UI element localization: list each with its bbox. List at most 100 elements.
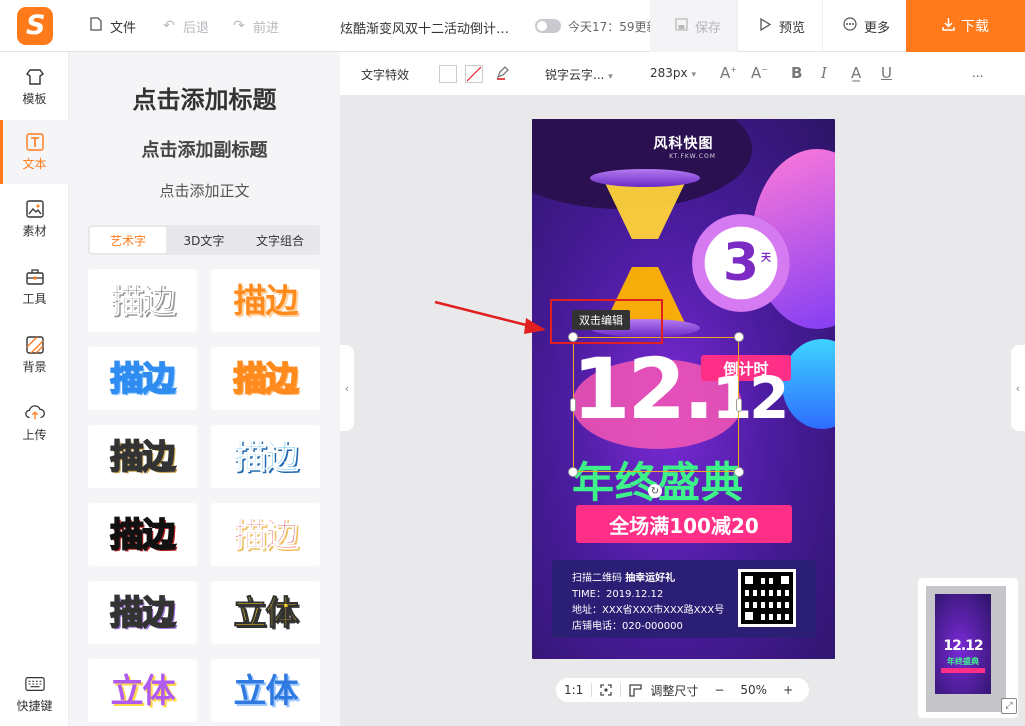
rail-label: 模板 (22, 92, 47, 106)
qr-eye (741, 572, 757, 588)
address-line: 地址：XXX省XXX市XXX路XXX号 (572, 605, 725, 616)
resize-handle[interactable] (568, 467, 578, 477)
rail-item-material[interactable]: 素材 (0, 187, 69, 251)
scan-text: 扫描二维码 (572, 573, 622, 584)
clock-number: 3 (722, 233, 760, 293)
download-button[interactable]: 下载 (906, 0, 1025, 52)
scan-line: 扫描二维码 抽幸运好礼 (572, 569, 675, 584)
text-color-swatch[interactable] (439, 65, 457, 83)
side-resize-handle[interactable] (736, 398, 742, 412)
art-text-card[interactable]: 立体 (88, 659, 197, 722)
download-label: 下载 (961, 19, 989, 35)
rail-item-text[interactable]: 文本 (0, 120, 69, 184)
tab-text-combo[interactable]: 文字组合 (242, 227, 318, 253)
preview-button[interactable]: 预览 (757, 17, 805, 36)
logo-mark: S (26, 10, 46, 41)
file-label: 文件 (110, 20, 137, 36)
art-text-card[interactable]: 描边 (88, 347, 197, 410)
add-body-button[interactable]: 点击添加正文 (69, 180, 340, 201)
art-text-card[interactable]: 描边 (211, 425, 320, 488)
italic-icon[interactable]: I (821, 64, 827, 82)
art-text-card[interactable]: 描边 (88, 269, 197, 332)
qr-eye (777, 572, 793, 588)
clock-unit: 天 (758, 248, 774, 264)
highlighter-icon[interactable] (495, 64, 511, 84)
fit-screen-icon[interactable] (592, 678, 620, 702)
rail-item-template[interactable]: 模板 (0, 55, 69, 119)
rail-item-background[interactable]: 背景 (0, 323, 69, 387)
decrease-font-icon[interactable]: A− (751, 64, 768, 82)
art-text-sample: 立体 (233, 593, 299, 632)
chevron-down-icon: ▾ (608, 72, 613, 82)
annotation-callout (550, 299, 663, 344)
outline-text-icon[interactable]: A̲ (851, 64, 861, 82)
text-style-tabs: 艺术字 3D文字 文字组合 (88, 225, 320, 255)
art-text-card[interactable]: 描边 (211, 347, 320, 410)
page-thumbnail[interactable]: 12.12 年终盛典 (918, 578, 1018, 718)
rail-label: 背景 (22, 360, 47, 374)
art-text-card[interactable]: 描边 (211, 503, 320, 566)
text-effect-button[interactable]: 文字特效 (361, 66, 409, 83)
download-icon (942, 17, 955, 35)
art-text-sample: 描边 (110, 359, 177, 398)
resize-label: 调整尺寸 (650, 683, 699, 698)
increase-font-icon[interactable]: A+ (720, 64, 737, 82)
rail-item-shortcuts[interactable]: 快捷键 (0, 662, 69, 726)
font-family-select[interactable]: 锐字云字... ▾ (545, 66, 613, 83)
redo-button[interactable]: ↷ 前进 (231, 17, 279, 36)
art-text-card[interactable]: 立体 (211, 581, 320, 644)
art-text-card[interactable]: 描边 (88, 503, 197, 566)
save-button[interactable]: 保存 (673, 17, 721, 36)
text-toolbar: 文字特效 锐字云字... ▾ 283px ▾ A+ A− B I A̲ U ..… (340, 52, 1025, 96)
left-rail: 模板 文本 素材 工具 背景 上传 快捷键 (0, 52, 69, 726)
rotate-icon[interactable]: ↻ (648, 484, 662, 498)
auto-save-toggle[interactable] (535, 19, 561, 33)
thumbnail-toggle-icon[interactable]: ⤢ (1001, 698, 1017, 714)
add-title-button[interactable]: 点击添加标题 (69, 80, 340, 115)
art-text-card[interactable]: 描边 (88, 581, 197, 644)
more-icon (842, 17, 858, 35)
add-subtitle-button[interactable]: 点击添加副标题 (69, 136, 340, 162)
stroke-color-swatch[interactable] (465, 65, 483, 83)
document-title[interactable]: 炫酷渐变风双十二活动倒计时... (340, 18, 510, 37)
tab-3d-text[interactable]: 3D文字 (166, 227, 242, 253)
font-size-select[interactable]: 283px ▾ (650, 66, 696, 80)
text-icon (25, 132, 45, 152)
more-button[interactable]: 更多 (842, 17, 890, 36)
ratio-button[interactable]: 1:1 (556, 678, 591, 702)
zoom-out-button[interactable]: − (706, 678, 732, 702)
rail-item-upload[interactable]: 上传 (0, 391, 69, 455)
qr-pattern (741, 572, 793, 624)
update-time: 今天17：59更新 (568, 20, 659, 34)
resize-canvas-button[interactable]: 调整尺寸 (621, 678, 706, 702)
app-logo[interactable]: S (17, 7, 53, 45)
tab-art-text[interactable]: 艺术字 (90, 227, 166, 253)
bold-icon[interactable]: B (791, 64, 802, 82)
keyboard-icon (24, 674, 45, 694)
thumbnail-poster: 12.12 年终盛典 (935, 594, 991, 694)
more-tools-button[interactable]: ... (972, 66, 983, 80)
selection-box[interactable] (573, 337, 739, 472)
file-menu[interactable]: 文件 (88, 17, 137, 36)
collapse-right-panel-button[interactable]: ‹ (1011, 345, 1025, 431)
rail-item-tools[interactable]: 工具 (0, 255, 69, 319)
rail-label: 文本 (22, 157, 47, 171)
upload-icon (24, 403, 45, 423)
art-text-sample: 立体 (233, 671, 299, 710)
resize-handle[interactable] (734, 467, 744, 477)
zoom-in-button[interactable]: + (775, 678, 801, 702)
text-panel: 点击添加标题 点击添加副标题 点击添加正文 艺术字 3D文字 文字组合 描边 描… (69, 52, 340, 726)
art-text-card[interactable]: 立体 (211, 659, 320, 722)
undo-button[interactable]: ↶ 后退 (161, 17, 209, 36)
scan-bold-text: 抽幸运好礼 (625, 573, 676, 584)
art-text-card[interactable]: 描边 (88, 425, 197, 488)
art-text-card[interactable]: 描边 (211, 269, 320, 332)
qr-code (738, 569, 796, 627)
resize-handle[interactable] (734, 332, 744, 342)
toolbox-icon (25, 267, 45, 287)
topbar-divider (737, 0, 738, 52)
collapse-panel-button[interactable]: ‹ (340, 345, 354, 431)
underline-icon[interactable]: U (881, 64, 892, 82)
topbar-divider (822, 0, 823, 52)
side-resize-handle[interactable] (570, 398, 576, 412)
